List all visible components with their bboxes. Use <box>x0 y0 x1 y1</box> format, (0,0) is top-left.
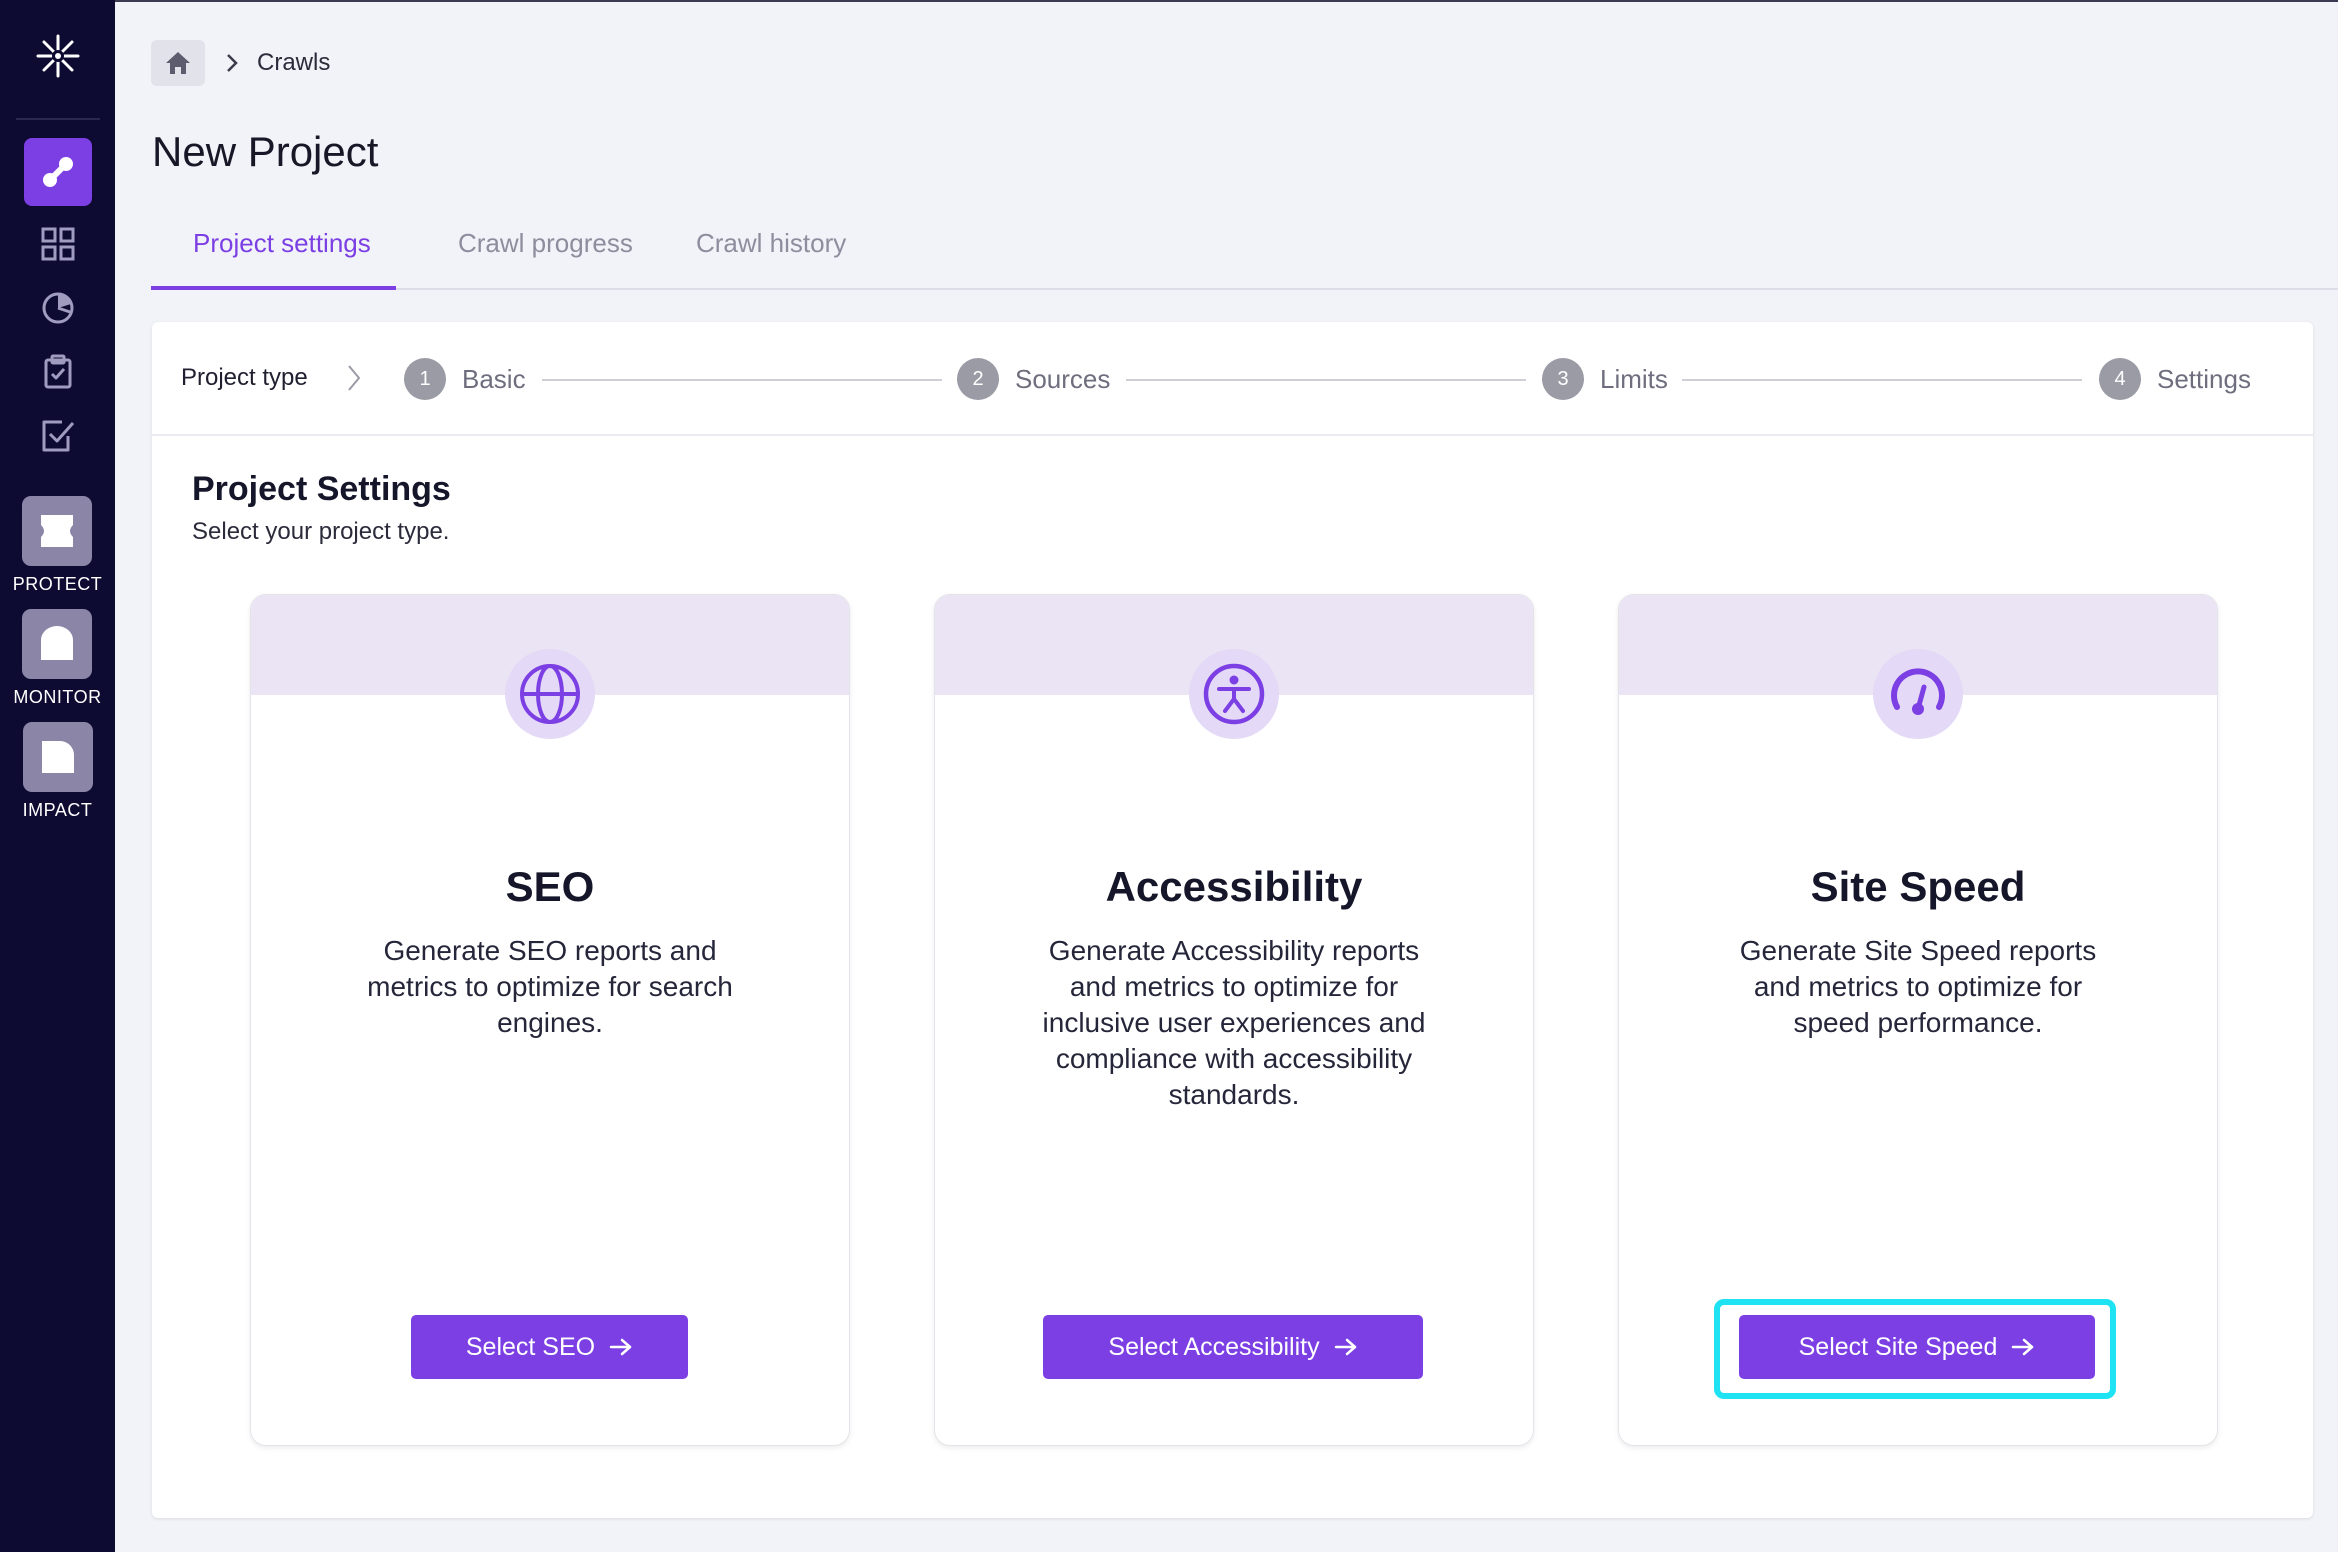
card-description: Generate Site Speed reports and metrics … <box>1739 935 2097 1038</box>
breadcrumb-crawls[interactable]: Crawls <box>257 49 330 77</box>
button-label: Select Accessibility <box>1108 1332 1320 1361</box>
accessibility-icon <box>1189 649 1279 739</box>
section-title: Project Settings <box>192 470 451 508</box>
sidebar-item-dashboard[interactable] <box>24 218 92 270</box>
card-title: Accessibility <box>1105 863 1363 910</box>
sidebar-item-reports[interactable] <box>24 282 92 334</box>
card-title: Site Speed <box>1810 863 2026 910</box>
app-impact[interactable]: IMPACT <box>22 722 93 821</box>
step-connector <box>1682 379 2082 381</box>
app-protect[interactable]: PROTECT <box>13 496 103 595</box>
chevron-right-icon <box>348 365 361 391</box>
gauge-icon <box>42 292 73 324</box>
step-label: Sources <box>1015 363 1111 394</box>
globe-icon <box>505 649 595 739</box>
tab-bar: Project settings Crawl progress Crawl hi… <box>151 220 2338 290</box>
tab-project-settings[interactable]: Project settings <box>193 228 371 288</box>
top-border <box>115 0 2338 2</box>
chevron-right-icon <box>227 54 238 72</box>
step-label: Settings <box>2157 363 2251 394</box>
app-label-monitor: MONITOR <box>13 687 102 707</box>
monitor-app-icon <box>22 609 93 679</box>
stepper: Project type 1 Basic 2 Sources 3 Limits … <box>152 322 2313 436</box>
step-project-type[interactable]: Project type <box>181 364 308 392</box>
step-limits[interactable]: 3 Limits <box>1542 358 1668 400</box>
step-connector <box>542 379 942 381</box>
active-tab-indicator <box>151 286 396 290</box>
link-icon <box>42 157 73 187</box>
card-description: Generate Accessibility reports and metri… <box>1042 935 1426 1110</box>
project-type-card-accessibility: Accessibility Generate Accessibility rep… <box>934 594 1534 1446</box>
impact-app-icon <box>22 722 93 792</box>
tab-crawl-history[interactable]: Crawl history <box>696 228 846 288</box>
step-connector <box>1126 379 1526 381</box>
focus-highlight <box>1714 1299 2116 1399</box>
select-accessibility-button[interactable]: Select Accessibility <box>1043 1315 1423 1379</box>
step-sources[interactable]: 2 Sources <box>957 358 1110 400</box>
card-title: SEO <box>505 863 595 910</box>
arrow-right-icon <box>609 1338 632 1356</box>
arrow-right-icon <box>1334 1338 1356 1356</box>
sidebar-item-crawls[interactable] <box>23 138 92 206</box>
logo-icon[interactable] <box>32 30 84 82</box>
home-button[interactable] <box>151 40 205 86</box>
select-seo-button[interactable]: Select SEO <box>411 1315 688 1379</box>
step-label: Basic <box>462 363 526 394</box>
breadcrumb: Crawls <box>151 40 330 86</box>
step-settings[interactable]: 4 Settings <box>2099 358 2251 400</box>
page-title: New Project <box>152 128 379 175</box>
main-content: Crawls New Project Project settings Craw… <box>115 0 2338 1552</box>
speedometer-icon <box>1873 649 1963 739</box>
tab-crawl-progress[interactable]: Crawl progress <box>458 228 633 288</box>
app-label-protect: PROTECT <box>12 574 103 594</box>
step-number: 2 <box>957 358 999 400</box>
project-settings-panel: Project type 1 Basic 2 Sources 3 Limits … <box>152 322 2313 1518</box>
sidebar-item-tasks[interactable] <box>24 346 92 398</box>
sidebar-divider <box>15 118 100 120</box>
project-type-card-seo: SEO Generate SEO reports and metrics to … <box>250 594 850 1446</box>
home-icon <box>166 52 190 74</box>
button-label: Select SEO <box>465 1332 596 1361</box>
protect-app-icon <box>22 496 93 566</box>
step-label: Limits <box>1600 363 1668 394</box>
checkbox-icon <box>42 420 74 452</box>
step-number: 4 <box>2099 358 2141 400</box>
card-description: Generate SEO reports and metrics to opti… <box>367 935 733 1038</box>
tabs-divider <box>151 288 2338 290</box>
step-number: 1 <box>404 358 446 400</box>
app-monitor[interactable]: MONITOR <box>13 609 101 708</box>
grid-icon <box>41 227 74 261</box>
section-subtitle: Select your project type. <box>192 518 450 545</box>
step-basic[interactable]: 1 Basic <box>404 358 526 400</box>
sidebar-item-tests[interactable] <box>24 410 92 462</box>
clipboard-check-icon <box>44 354 71 389</box>
app-label-impact: IMPACT <box>22 800 93 820</box>
step-number: 3 <box>1542 358 1584 400</box>
sidebar: PROTECT MONITOR IMPACT <box>0 0 115 1552</box>
